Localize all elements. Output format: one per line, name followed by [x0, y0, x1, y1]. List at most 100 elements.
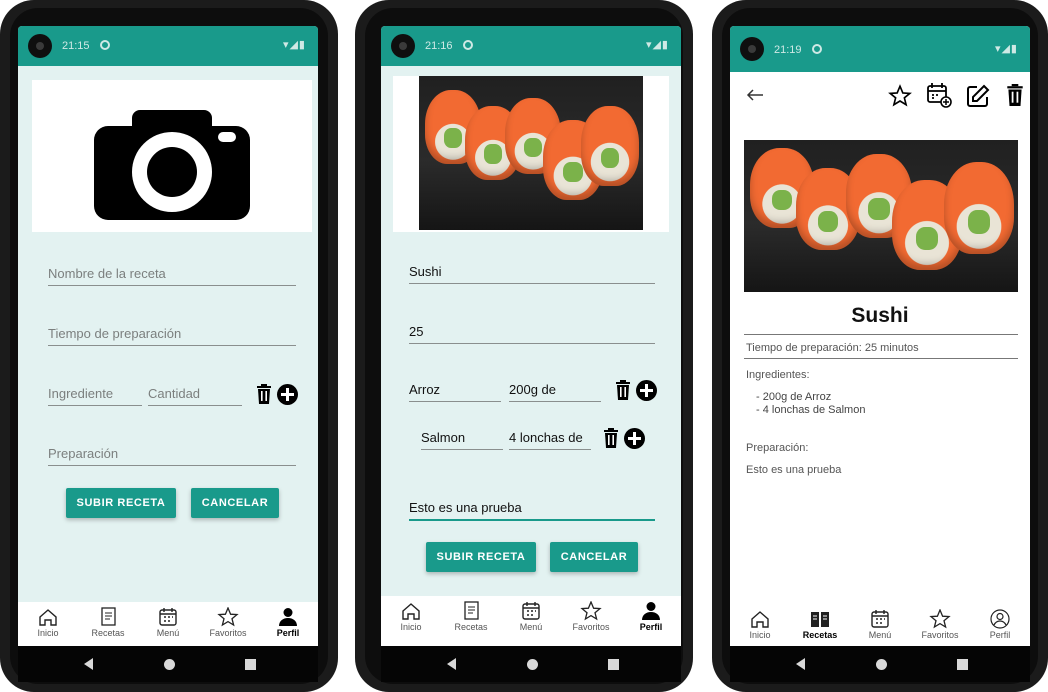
nav-label: Recetas — [802, 630, 838, 640]
ingredient-input[interactable]: Arroz — [409, 382, 501, 402]
nav-item-recetas[interactable]: Recetas — [78, 602, 138, 646]
prep-time-input[interactable]: Tiempo de preparación — [48, 326, 296, 346]
nav-label: Inicio — [749, 630, 771, 640]
trash-icon[interactable] — [1006, 84, 1024, 106]
sushi-photo — [744, 140, 1018, 292]
nav-item-inicio[interactable]: Inicio — [381, 596, 441, 646]
home-icon — [751, 611, 769, 628]
sushi-roll — [944, 162, 1014, 254]
bottom-navigation: Inicio Recetas Menú Favoritos Perfil — [18, 602, 318, 646]
front-camera — [28, 34, 52, 58]
prep-time-input[interactable]: 25 — [409, 324, 655, 344]
nav-item-favoritos[interactable]: Favoritos — [561, 596, 621, 646]
home-icon — [402, 603, 420, 620]
ingredient-line: - 4 lonchas de Salmon — [756, 404, 866, 416]
star-icon — [580, 601, 602, 621]
trash-icon[interactable] — [256, 384, 272, 404]
cancel-button[interactable]: CANCELAR — [191, 488, 279, 518]
preparation-label: Preparación: — [746, 442, 809, 454]
nav-item-inicio[interactable]: Inicio — [18, 602, 78, 646]
status-bar: 21:16 ▾◢▮ — [381, 26, 681, 66]
quantity-input[interactable]: Cantidad — [148, 386, 242, 406]
status-time: 21:19 — [774, 44, 802, 56]
add-ingredient-icon[interactable] — [636, 380, 657, 401]
person-icon — [642, 602, 660, 620]
system-navigation-bar — [18, 646, 318, 682]
notification-icon — [463, 40, 473, 50]
recipe-photo-picker[interactable] — [393, 76, 669, 232]
sushi-roll — [581, 106, 639, 186]
nav-item-perfil[interactable]: Perfil — [258, 602, 318, 646]
recipe-title: Sushi — [851, 304, 909, 327]
star-icon — [929, 609, 951, 629]
nav-item-favoritos[interactable]: Favoritos — [198, 602, 258, 646]
calendar-add-icon[interactable] — [926, 82, 952, 108]
recipe-name-input[interactable]: Nombre de la receta — [48, 266, 296, 286]
nav-label: Menú — [156, 628, 180, 638]
quantity-input[interactable]: 200g de — [509, 382, 601, 402]
system-recents-icon[interactable] — [245, 659, 256, 670]
system-back-icon[interactable] — [84, 658, 93, 670]
ingredient-input[interactable]: Salmon — [421, 430, 503, 450]
submit-recipe-button[interactable]: SUBIR RECETA — [66, 488, 176, 518]
signal-battery-icon: ▾◢▮ — [994, 43, 1018, 55]
add-ingredient-icon[interactable] — [277, 384, 298, 405]
phone-screen-filled-recipe: 21:16 ▾◢▮ Sushi 25 Arroz 200g de Salmon … — [355, 0, 693, 692]
system-recents-icon[interactable] — [957, 659, 968, 670]
trash-icon[interactable] — [603, 428, 619, 448]
star-icon[interactable] — [888, 84, 912, 108]
nav-item-menu[interactable]: Menú — [501, 596, 561, 646]
star-icon — [217, 607, 239, 627]
divider — [744, 334, 1018, 335]
ingredient-input[interactable]: Ingrediente — [48, 386, 142, 406]
nav-label: Perfil — [639, 622, 663, 632]
nav-item-perfil[interactable]: Perfil — [970, 604, 1030, 646]
nav-item-recetas[interactable]: Recetas — [790, 604, 850, 646]
nav-item-menu[interactable]: Menú — [138, 602, 198, 646]
recipe-book-icon — [464, 601, 479, 620]
signal-battery-icon: ▾◢▮ — [282, 39, 306, 51]
nav-label: Inicio — [400, 622, 422, 632]
nav-item-favoritos[interactable]: Favoritos — [910, 604, 970, 646]
quantity-input[interactable]: 4 lonchas de — [509, 430, 591, 450]
add-ingredient-icon[interactable] — [624, 428, 645, 449]
recipe-book-icon — [101, 607, 116, 626]
recipe-name-input[interactable]: Sushi — [409, 264, 655, 284]
home-icon — [39, 609, 57, 626]
prep-time-text: Tiempo de preparación: 25 minutos — [746, 342, 919, 354]
system-recents-icon[interactable] — [608, 659, 619, 670]
calendar-icon — [871, 610, 889, 628]
recipe-photo-picker[interactable] — [32, 80, 312, 232]
nav-item-menu[interactable]: Menú — [850, 604, 910, 646]
nav-label: Favoritos — [209, 628, 247, 638]
trash-icon[interactable] — [615, 380, 631, 400]
system-home-icon[interactable] — [164, 659, 175, 670]
preparation-input[interactable]: Esto es una prueba — [409, 500, 655, 521]
nav-label: Perfil — [276, 628, 300, 638]
system-home-icon[interactable] — [527, 659, 538, 670]
status-bar: 21:19 ▾◢▮ — [730, 26, 1030, 72]
system-back-icon[interactable] — [447, 658, 456, 670]
person-icon — [279, 608, 297, 626]
screen-new-recipe: 21:15 ▾◢▮ Nombre de la receta Tiempo de … — [18, 26, 318, 646]
submit-recipe-button[interactable]: SUBIR RECETA — [426, 542, 536, 572]
nav-label: Menú — [519, 622, 543, 632]
system-back-icon[interactable] — [796, 658, 805, 670]
nav-item-perfil[interactable]: Perfil — [621, 596, 681, 646]
calendar-icon — [159, 608, 177, 626]
nav-label: Perfil — [989, 630, 1011, 640]
ingredient-line: - 200g de Arroz — [756, 391, 832, 403]
preparation-input[interactable]: Preparación — [48, 446, 296, 466]
system-home-icon[interactable] — [876, 659, 887, 670]
phone-screen-new-recipe: 21:15 ▾◢▮ Nombre de la receta Tiempo de … — [0, 0, 338, 692]
open-book-icon — [811, 612, 829, 627]
nav-item-inicio[interactable]: Inicio — [730, 604, 790, 646]
nav-item-recetas[interactable]: Recetas — [441, 596, 501, 646]
cancel-button[interactable]: CANCELAR — [550, 542, 638, 572]
edit-icon[interactable] — [966, 84, 990, 108]
nav-label: Menú — [868, 630, 892, 640]
back-arrow-icon[interactable] — [746, 88, 764, 102]
screen-filled-recipe: 21:16 ▾◢▮ Sushi 25 Arroz 200g de Salmon … — [381, 26, 681, 646]
system-navigation-bar — [730, 646, 1030, 682]
person-outline-icon — [990, 609, 1010, 629]
